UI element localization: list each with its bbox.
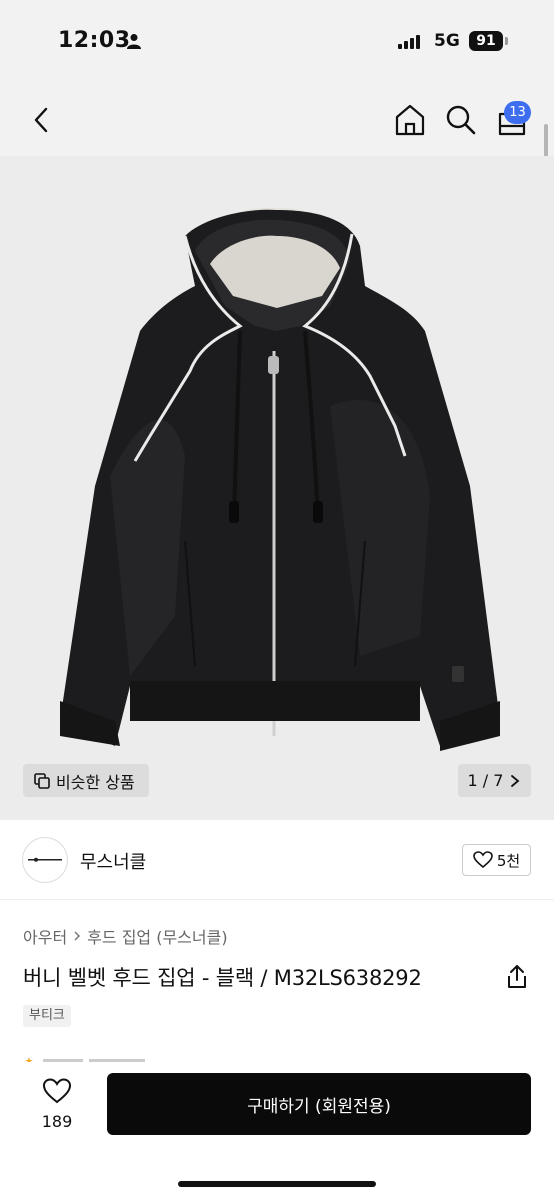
chevron-right-icon: [511, 774, 520, 787]
share-button[interactable]: [505, 964, 529, 990]
brand-logo-icon: [28, 857, 62, 862]
wishlist-count: 189: [41, 1112, 73, 1131]
heart-icon: [473, 851, 493, 869]
battery-icon: 91: [469, 31, 503, 51]
chevron-left-icon: [34, 107, 48, 133]
bottom-action-bar: 189 구매하기 (회원전용): [0, 1062, 554, 1200]
star-icon: [25, 1057, 145, 1062]
boutique-tag: 부티크: [23, 1005, 71, 1027]
seller-avatar[interactable]: [22, 837, 68, 883]
status-time: 12:03: [58, 28, 131, 53]
wishlist-button[interactable]: 189: [34, 1078, 80, 1134]
rating-row-partial: [23, 1050, 163, 1062]
nav-bar: [0, 84, 554, 156]
home-button[interactable]: [393, 102, 427, 138]
heart-icon: [42, 1078, 72, 1104]
copy-icon: [34, 772, 50, 789]
like-count: 5천: [496, 851, 521, 870]
breadcrumb-item-outer[interactable]: 아우터: [23, 924, 67, 948]
hoodie-image: [60, 207, 500, 751]
chevron-right-icon: [74, 931, 81, 941]
similar-products-label: 비슷한 상품: [56, 772, 135, 792]
product-title: 버니 벨벳 후드 집업 - 블랙 / M32LS638292: [23, 966, 422, 990]
product-image[interactable]: [0, 156, 554, 820]
back-button[interactable]: [26, 104, 56, 136]
seller-row: 무스너클 5천: [0, 820, 554, 900]
battery-tip: [505, 37, 508, 45]
seller-name[interactable]: 무스너클: [80, 848, 146, 874]
breadcrumb-item-hood-zipup[interactable]: 후드 집업 (무스너클): [87, 924, 227, 948]
signal-icon: [398, 35, 420, 49]
search-button[interactable]: [443, 102, 477, 138]
similar-products-button[interactable]: 비슷한 상품: [23, 764, 149, 797]
image-page-indicator[interactable]: 1 / 7: [458, 764, 531, 797]
cart-count-badge: 13: [504, 101, 531, 124]
page-indicator-text: 1 / 7: [467, 771, 504, 790]
home-indicator: [178, 1181, 376, 1187]
follow-like-button[interactable]: 5천: [462, 844, 531, 876]
person-icon: [127, 34, 141, 49]
breadcrumb: 아우터 후드 집업 (무스너클): [23, 924, 228, 948]
status-bar: 12:03 5G 91: [0, 0, 554, 84]
buy-button[interactable]: 구매하기 (회원전용): [107, 1073, 531, 1135]
network-label: 5G: [434, 31, 460, 51]
